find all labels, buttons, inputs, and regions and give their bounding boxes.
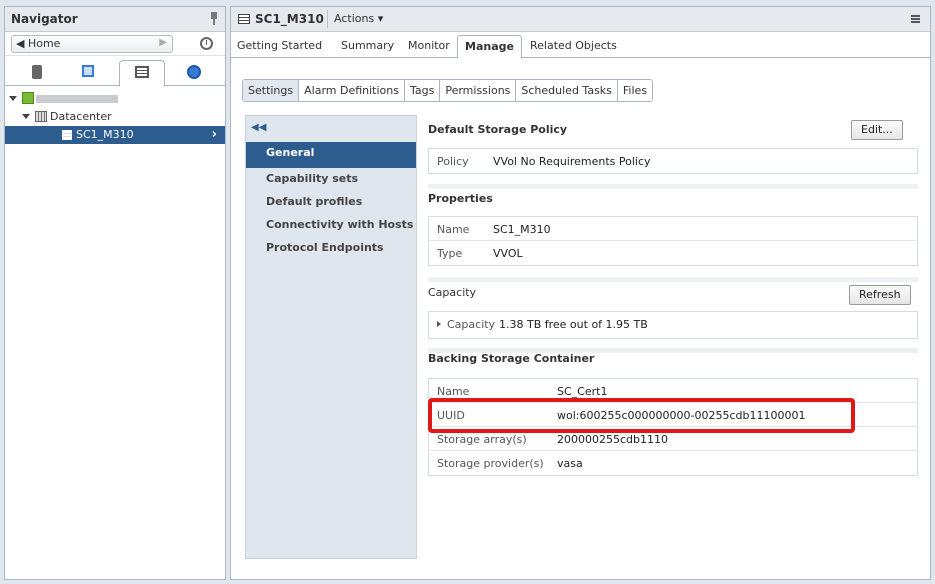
datastore-label: SC1_M310 [76, 128, 134, 141]
datacenter-label: Datacenter [50, 110, 112, 123]
backing-storage-heading: Backing Storage Container [428, 352, 595, 365]
backing-name-value: SC_Cert1 [557, 385, 608, 398]
uuid-label: UUID [437, 409, 465, 422]
network-icon [187, 65, 201, 79]
tree-item-datacenter[interactable]: Datacenter [5, 108, 225, 126]
tab-hosts-clusters[interactable] [14, 60, 60, 86]
expand-icon[interactable] [22, 114, 30, 119]
uuid-row: UUID wol:600255c000000000-00255cdb111000… [429, 403, 917, 427]
settings-item-protocol-endpoints[interactable]: Protocol Endpoints [246, 237, 416, 263]
tab-manage[interactable]: Manage [457, 35, 522, 59]
type-row: Type VVOL [429, 241, 917, 265]
navigator-title: Navigator [11, 12, 78, 26]
type-value: VVOL [493, 247, 523, 260]
vm-icon [82, 65, 94, 77]
name-row: Name SC1_M310 [429, 217, 917, 241]
pin-icon[interactable] [209, 12, 219, 26]
policy-label: Policy [437, 155, 469, 168]
tab-related-objects[interactable]: Related Objects [530, 39, 617, 52]
policy-row: Policy VVol No Requirements Policy [429, 149, 917, 173]
storage-provider-row: Storage provider(s) vasa [429, 451, 917, 475]
expand-icon[interactable] [9, 96, 17, 101]
edit-button[interactable]: Edit... [851, 120, 903, 140]
refresh-button[interactable]: Refresh [849, 285, 911, 305]
datastore-icon [238, 14, 250, 24]
chevron-down-icon: ▾ [377, 12, 384, 25]
collapse-icon[interactable]: ◀◀ [251, 122, 266, 133]
backing-name-label: Name [437, 385, 470, 398]
capacity-label: Capacity [447, 318, 496, 331]
default-policy-box: Policy VVol No Requirements Policy [428, 148, 918, 174]
subtab-tags[interactable]: Tags [405, 80, 441, 101]
vcenter-icon [22, 92, 34, 104]
host-icon [32, 65, 42, 79]
actions-label: Actions [334, 12, 375, 25]
capacity-value: 1.38 TB free out of 1.95 TB [499, 318, 648, 331]
redacted-vcenter-name [36, 95, 118, 103]
policy-value: VVol No Requirements Policy [493, 155, 651, 168]
type-label: Type [437, 247, 463, 260]
tab-summary[interactable]: Summary [341, 39, 394, 52]
navigator-tabs [5, 56, 225, 87]
expand-triangle-icon[interactable] [437, 321, 441, 327]
storage-icon [135, 66, 149, 78]
uuid-value: wol:600255c000000000-00255cdb11100001 [557, 409, 806, 422]
navigator-home-row: ◀ Home ▶ [5, 32, 225, 56]
storage-provider-value: vasa [557, 457, 583, 470]
subtab-scheduled-tasks[interactable]: Scheduled Tasks [516, 80, 618, 101]
datastore-icon [62, 130, 72, 140]
properties-box: Name SC1_M310 Type VVOL [428, 216, 918, 266]
chevron-right-icon[interactable]: › [212, 127, 217, 142]
storage-provider-label: Storage provider(s) [437, 457, 544, 470]
properties-heading: Properties [428, 192, 493, 205]
capacity-heading: Capacity [428, 286, 477, 299]
inventory-tree: Datacenter SC1_M310 › [5, 90, 225, 144]
tab-getting-started[interactable]: Getting Started [237, 39, 322, 52]
divider [327, 10, 328, 28]
home-button[interactable]: ◀ Home ▶ [11, 35, 173, 53]
menu-icon[interactable] [911, 13, 923, 24]
storage-array-row: Storage array(s) 200000255cdb1110 [429, 427, 917, 451]
name-value: SC1_M310 [493, 223, 551, 236]
navigator-panel: Navigator ◀ Home ▶ Datacenter SC1_M310 › [4, 6, 226, 580]
main-tabs: Getting Started Summary Monitor Manage R… [231, 32, 930, 59]
default-storage-policy-heading: Default Storage Policy [428, 123, 568, 136]
tab-vms-templates[interactable] [65, 60, 111, 86]
name-label: Name [437, 223, 470, 236]
object-title: SC1_M310 [255, 12, 324, 26]
subtab-alarm-definitions[interactable]: Alarm Definitions [299, 80, 405, 101]
backing-name-row: Name SC_Cert1 [429, 379, 917, 403]
divider [428, 277, 918, 282]
history-icon[interactable] [200, 37, 213, 50]
forward-arrow-icon[interactable]: ▶ [159, 37, 167, 48]
subtab-permissions[interactable]: Permissions [440, 80, 517, 101]
back-arrow-icon: ◀ [16, 37, 25, 50]
tree-item-selected-datastore[interactable]: SC1_M310 › [5, 126, 225, 144]
storage-array-value: 200000255cdb1110 [557, 433, 668, 446]
settings-item-general[interactable]: General [246, 142, 416, 168]
settings-nav: ◀◀ General Capability sets Default profi… [245, 115, 417, 559]
navigator-header: Navigator [5, 7, 225, 32]
main-panel: SC1_M310 Actions ▾ Getting Started Summa… [230, 6, 931, 580]
manage-subtabs: Settings Alarm Definitions Tags Permissi… [242, 79, 654, 102]
backing-storage-box: Name SC_Cert1 UUID wol:600255c000000000-… [428, 378, 918, 476]
tab-monitor[interactable]: Monitor [408, 39, 450, 52]
divider [428, 184, 918, 189]
capacity-box: Capacity 1.38 TB free out of 1.95 TB [428, 311, 918, 339]
tree-item-vcenter[interactable] [5, 90, 225, 108]
object-header: SC1_M310 Actions ▾ [231, 7, 930, 32]
storage-array-label: Storage array(s) [437, 433, 527, 446]
tab-storage[interactable] [119, 60, 165, 87]
home-label: Home [27, 37, 61, 50]
actions-menu-button[interactable]: Actions ▾ [334, 12, 383, 25]
datacenter-icon [35, 111, 47, 122]
subtab-files[interactable]: Files [618, 80, 652, 101]
tab-networking[interactable] [171, 60, 217, 86]
capacity-row[interactable]: Capacity 1.38 TB free out of 1.95 TB [429, 312, 917, 338]
subtab-settings[interactable]: Settings [243, 80, 300, 101]
